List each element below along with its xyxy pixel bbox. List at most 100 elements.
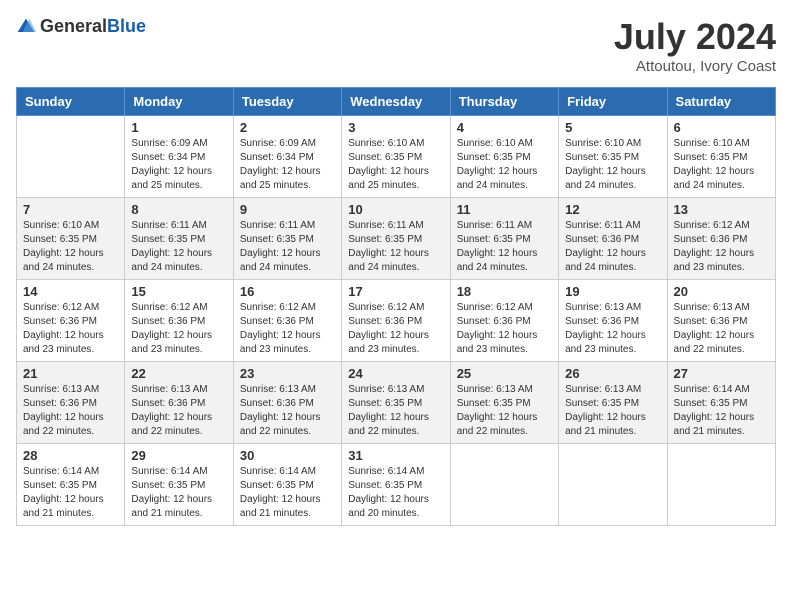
logo: GeneralBlue: [16, 16, 146, 37]
calendar-day-10: 10Sunrise: 6:11 AM Sunset: 6:35 PM Dayli…: [342, 198, 450, 280]
calendar-day-26: 26 Sunrise: 6:13 AM Sunset: 6:35 PM Dayli…: [559, 362, 667, 444]
calendar-day-20: 20 Sunrise: 6:13 AM Sunset: 6:36 PM Dayli…: [667, 280, 775, 362]
day-info: Sunrise: 6:12 AM Sunset: 6:36 PM Dayligh…: [240, 301, 335, 357]
day-info: Sunrise: 6:10 AM Sunset: 6:35 PM Dayligh…: [23, 219, 118, 275]
calendar-day-28: 28Sunrise: 6:14 AM Sunset: 6:35 PM Dayli…: [17, 444, 125, 526]
logo-blue: Blue: [107, 16, 146, 36]
title-block: July 2024 Attoutou, Ivory Coast: [614, 16, 776, 75]
calendar-day-11: 11Sunrise: 6:11 AM Sunset: 6:35 PM Dayli…: [450, 198, 558, 280]
day-info: Sunrise: 6:13 AM Sunset: 6:36 PM Dayligh…: [23, 383, 118, 439]
day-info: Sunrise: 6:12 AM Sunset: 6:36 PM Dayligh…: [348, 301, 443, 357]
calendar-day-5: 5 Sunrise: 6:10 AM Sunset: 6:35 PM Daylig…: [559, 116, 667, 198]
day-number: 26: [565, 366, 660, 381]
empty-cell: [450, 444, 558, 526]
calendar-day-24: 24 Sunrise: 6:13 AM Sunset: 6:35 PM Dayli…: [342, 362, 450, 444]
empty-cell: [667, 444, 775, 526]
day-info: Sunrise: 6:10 AM Sunset: 6:35 PM Dayligh…: [348, 137, 443, 193]
day-header-tuesday: Tuesday: [233, 88, 341, 116]
day-number: 20: [674, 284, 769, 299]
day-number: 15: [131, 284, 226, 299]
day-number: 13: [674, 202, 769, 217]
day-info: Sunrise: 6:11 AM Sunset: 6:35 PM Dayligh…: [131, 219, 226, 275]
page-header: GeneralBlue July 2024 Attoutou, Ivory Co…: [16, 16, 776, 75]
empty-cell: [559, 444, 667, 526]
day-info: Sunrise: 6:09 AM Sunset: 6:34 PM Dayligh…: [240, 137, 335, 193]
day-info: Sunrise: 6:12 AM Sunset: 6:36 PM Dayligh…: [23, 301, 118, 357]
calendar-day-8: 8Sunrise: 6:11 AM Sunset: 6:35 PM Daylig…: [125, 198, 233, 280]
day-info: Sunrise: 6:14 AM Sunset: 6:35 PM Dayligh…: [240, 465, 335, 521]
calendar-day-30: 30 Sunrise: 6:14 AM Sunset: 6:35 PM Dayli…: [233, 444, 341, 526]
calendar-day-19: 19 Sunrise: 6:13 AM Sunset: 6:36 PM Dayli…: [559, 280, 667, 362]
day-number: 9: [240, 202, 335, 217]
day-number: 16: [240, 284, 335, 299]
calendar-day-6: 6Sunrise: 6:10 AM Sunset: 6:35 PM Daylig…: [667, 116, 775, 198]
empty-cell: [17, 116, 125, 198]
calendar-day-4: 4Sunrise: 6:10 AM Sunset: 6:35 PM Daylig…: [450, 116, 558, 198]
day-header-friday: Friday: [559, 88, 667, 116]
day-info: Sunrise: 6:13 AM Sunset: 6:35 PM Dayligh…: [457, 383, 552, 439]
calendar-day-25: 25 Sunrise: 6:13 AM Sunset: 6:35 PM Dayli…: [450, 362, 558, 444]
calendar-day-13: 13 Sunrise: 6:12 AM Sunset: 6:36 PM Dayli…: [667, 198, 775, 280]
calendar-table: SundayMondayTuesdayWednesdayThursdayFrid…: [16, 87, 776, 526]
day-info: Sunrise: 6:10 AM Sunset: 6:35 PM Dayligh…: [674, 137, 769, 193]
day-number: 24: [348, 366, 443, 381]
calendar-day-12: 12 Sunrise: 6:11 AM Sunset: 6:36 PM Dayli…: [559, 198, 667, 280]
day-info: Sunrise: 6:14 AM Sunset: 6:35 PM Dayligh…: [23, 465, 118, 521]
calendar-day-2: 2 Sunrise: 6:09 AM Sunset: 6:34 PM Daylig…: [233, 116, 341, 198]
calendar-day-22: 22Sunrise: 6:13 AM Sunset: 6:36 PM Dayli…: [125, 362, 233, 444]
day-info: Sunrise: 6:13 AM Sunset: 6:35 PM Dayligh…: [565, 383, 660, 439]
calendar-day-31: 31Sunrise: 6:14 AM Sunset: 6:35 PM Dayli…: [342, 444, 450, 526]
day-header-thursday: Thursday: [450, 88, 558, 116]
day-header-saturday: Saturday: [667, 88, 775, 116]
day-info: Sunrise: 6:13 AM Sunset: 6:36 PM Dayligh…: [240, 383, 335, 439]
logo-icon: [16, 17, 36, 37]
calendar-day-1: 1Sunrise: 6:09 AM Sunset: 6:34 PM Daylig…: [125, 116, 233, 198]
day-number: 14: [23, 284, 118, 299]
logo-text: GeneralBlue: [40, 16, 146, 37]
day-number: 30: [240, 448, 335, 463]
day-info: Sunrise: 6:12 AM Sunset: 6:36 PM Dayligh…: [457, 301, 552, 357]
calendar-day-23: 23 Sunrise: 6:13 AM Sunset: 6:36 PM Dayli…: [233, 362, 341, 444]
day-info: Sunrise: 6:13 AM Sunset: 6:36 PM Dayligh…: [674, 301, 769, 357]
calendar-day-27: 27 Sunrise: 6:14 AM Sunset: 6:35 PM Dayli…: [667, 362, 775, 444]
day-number: 29: [131, 448, 226, 463]
day-info: Sunrise: 6:10 AM Sunset: 6:35 PM Dayligh…: [457, 137, 552, 193]
day-info: Sunrise: 6:10 AM Sunset: 6:35 PM Dayligh…: [565, 137, 660, 193]
day-info: Sunrise: 6:11 AM Sunset: 6:36 PM Dayligh…: [565, 219, 660, 275]
day-number: 3: [348, 120, 443, 135]
day-number: 23: [240, 366, 335, 381]
day-number: 11: [457, 202, 552, 217]
day-info: Sunrise: 6:12 AM Sunset: 6:36 PM Dayligh…: [674, 219, 769, 275]
day-info: Sunrise: 6:13 AM Sunset: 6:35 PM Dayligh…: [348, 383, 443, 439]
calendar-day-16: 16 Sunrise: 6:12 AM Sunset: 6:36 PM Dayli…: [233, 280, 341, 362]
day-info: Sunrise: 6:11 AM Sunset: 6:35 PM Dayligh…: [348, 219, 443, 275]
day-number: 17: [348, 284, 443, 299]
day-number: 18: [457, 284, 552, 299]
calendar-day-15: 15Sunrise: 6:12 AM Sunset: 6:36 PM Dayli…: [125, 280, 233, 362]
day-info: Sunrise: 6:13 AM Sunset: 6:36 PM Dayligh…: [565, 301, 660, 357]
day-number: 12: [565, 202, 660, 217]
month-year-title: July 2024: [614, 16, 776, 58]
calendar-day-18: 18 Sunrise: 6:12 AM Sunset: 6:36 PM Dayli…: [450, 280, 558, 362]
day-number: 5: [565, 120, 660, 135]
day-info: Sunrise: 6:14 AM Sunset: 6:35 PM Dayligh…: [348, 465, 443, 521]
calendar-day-9: 9 Sunrise: 6:11 AM Sunset: 6:35 PM Daylig…: [233, 198, 341, 280]
day-info: Sunrise: 6:11 AM Sunset: 6:35 PM Dayligh…: [240, 219, 335, 275]
day-number: 19: [565, 284, 660, 299]
calendar-day-21: 21Sunrise: 6:13 AM Sunset: 6:36 PM Dayli…: [17, 362, 125, 444]
calendar-day-7: 7 Sunrise: 6:10 AM Sunset: 6:35 PM Daylig…: [17, 198, 125, 280]
logo-general: General: [40, 16, 107, 36]
day-number: 1: [131, 120, 226, 135]
day-info: Sunrise: 6:14 AM Sunset: 6:35 PM Dayligh…: [674, 383, 769, 439]
day-info: Sunrise: 6:14 AM Sunset: 6:35 PM Dayligh…: [131, 465, 226, 521]
calendar-day-17: 17 Sunrise: 6:12 AM Sunset: 6:36 PM Dayli…: [342, 280, 450, 362]
calendar-day-3: 3 Sunrise: 6:10 AM Sunset: 6:35 PM Daylig…: [342, 116, 450, 198]
day-number: 25: [457, 366, 552, 381]
day-header-sunday: Sunday: [17, 88, 125, 116]
day-number: 27: [674, 366, 769, 381]
location-subtitle: Attoutou, Ivory Coast: [614, 58, 776, 75]
day-info: Sunrise: 6:13 AM Sunset: 6:36 PM Dayligh…: [131, 383, 226, 439]
calendar-day-14: 14 Sunrise: 6:12 AM Sunset: 6:36 PM Dayli…: [17, 280, 125, 362]
day-number: 2: [240, 120, 335, 135]
day-number: 7: [23, 202, 118, 217]
